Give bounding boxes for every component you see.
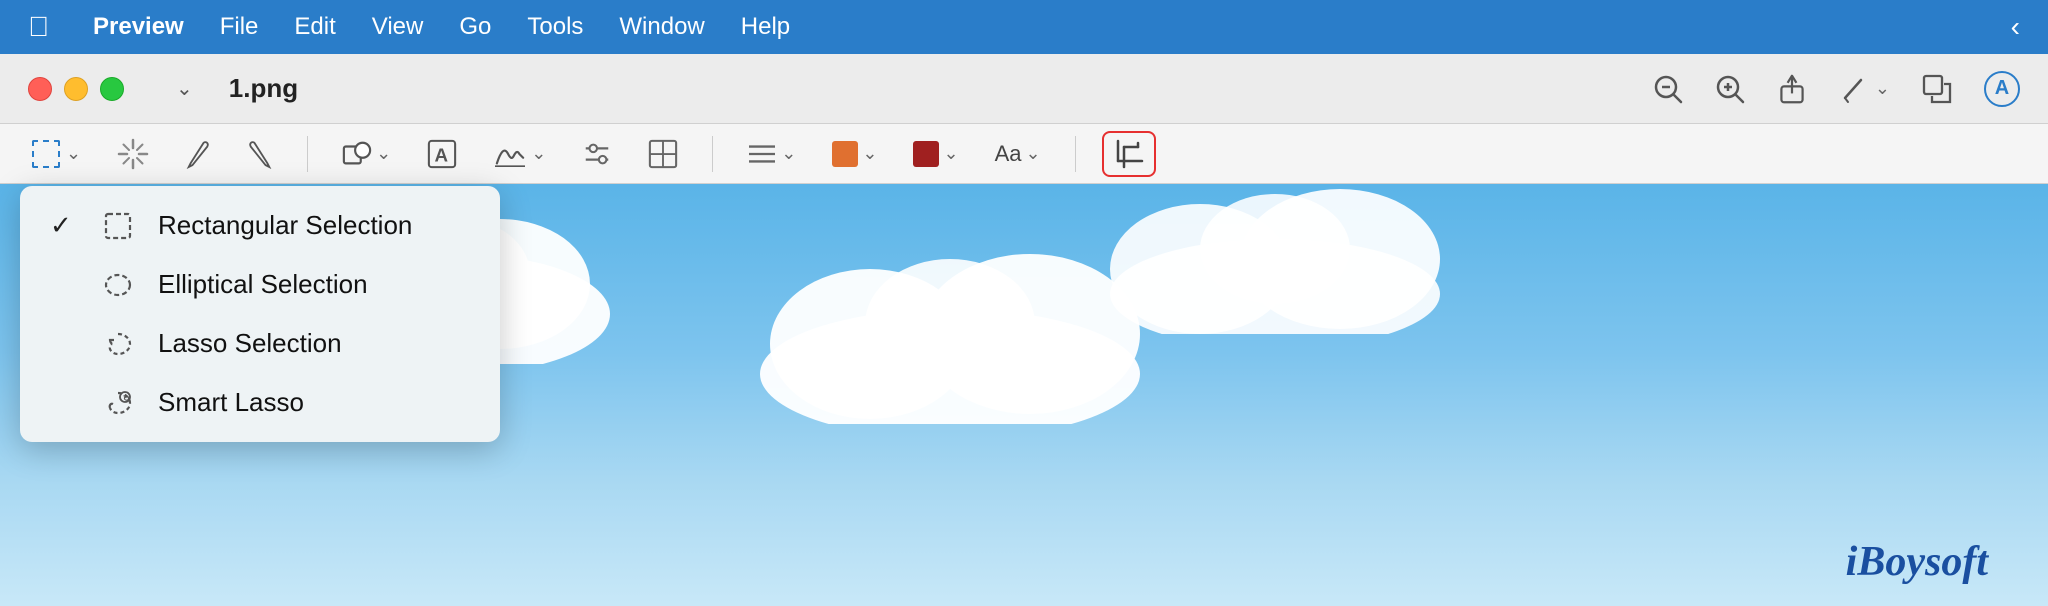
traffic-lights bbox=[28, 77, 124, 101]
elliptical-selection-label: Elliptical Selection bbox=[158, 269, 368, 300]
text-button[interactable]: A bbox=[419, 133, 465, 175]
watermark: iBoysoft bbox=[1846, 538, 1988, 586]
svg-text:↻: ↻ bbox=[123, 394, 130, 403]
svg-text:A: A bbox=[435, 144, 449, 165]
toolbar-divider-2 bbox=[712, 136, 713, 172]
rectangular-selection-option[interactable]: ✓ Rectangular Selection bbox=[26, 196, 494, 255]
menu-preview[interactable]: Preview bbox=[93, 13, 184, 41]
smart-lasso-label: Smart Lasso bbox=[158, 387, 304, 418]
cloud-3 bbox=[1100, 184, 1450, 334]
rectangular-selection-icon bbox=[32, 140, 60, 168]
cloud-2 bbox=[750, 244, 1150, 424]
lasso-selection-option[interactable]: ✓ Lasso Selection bbox=[26, 314, 494, 373]
border-color-dropdown-arrow: ⌄ bbox=[862, 143, 877, 164]
checkmark-icon: ✓ bbox=[50, 210, 78, 241]
resize-icon bbox=[1922, 74, 1952, 104]
file-title: 1.png bbox=[229, 73, 298, 104]
maximize-button[interactable] bbox=[100, 77, 124, 101]
menu-go[interactable]: Go bbox=[459, 13, 491, 41]
shapes-button[interactable]: ⌄ bbox=[334, 133, 399, 175]
menu-bar:  Preview File Edit View Go Tools Window… bbox=[0, 0, 2048, 54]
sketch-pen-right-button[interactable] bbox=[239, 133, 281, 175]
crop-icon bbox=[1114, 139, 1144, 169]
signature-dropdown-arrow: ⌄ bbox=[531, 143, 546, 164]
smart-lasso-option[interactable]: ✓ ↻ Smart Lasso bbox=[26, 373, 494, 432]
sidebar-toggle-button[interactable]: ⌄ bbox=[164, 70, 201, 107]
pen-right-icon bbox=[247, 139, 273, 169]
elliptical-selection-option[interactable]: ✓ Elliptical Selection bbox=[26, 255, 494, 314]
pencil-dropdown-arrow: ⌄ bbox=[1875, 78, 1890, 99]
zoom-out-icon bbox=[1653, 74, 1683, 104]
menu-view[interactable]: View bbox=[372, 13, 424, 41]
menu-help[interactable]: Help bbox=[741, 13, 790, 41]
sparkle-icon bbox=[117, 138, 149, 170]
menu-bar-collapse-icon[interactable]: ‹ bbox=[2011, 11, 2020, 43]
share-icon bbox=[1777, 74, 1807, 104]
selection-dropdown-menu: ✓ Rectangular Selection ✓ Elliptical Sel… bbox=[20, 186, 500, 442]
resize-button[interactable] bbox=[1922, 74, 1952, 104]
close-button[interactable] bbox=[28, 77, 52, 101]
rectangular-selection-icon bbox=[100, 212, 136, 240]
menu-tools[interactable]: Tools bbox=[527, 13, 583, 41]
apple-logo-icon[interactable]:  bbox=[28, 11, 49, 43]
sketch-pen-left-button[interactable] bbox=[177, 133, 219, 175]
pencil-icon bbox=[1839, 74, 1869, 104]
menu-file[interactable]: File bbox=[220, 13, 259, 41]
zoom-in-button[interactable] bbox=[1715, 74, 1745, 104]
annotation-button[interactable]: A bbox=[1984, 71, 2020, 107]
font-dropdown-arrow: ⌄ bbox=[1025, 143, 1040, 164]
fill-color-button[interactable]: ⌄ bbox=[905, 135, 966, 173]
fill-color-dropdown-arrow: ⌄ bbox=[943, 143, 958, 164]
align-button[interactable]: ⌄ bbox=[739, 135, 804, 173]
selection-dropdown-arrow: ⌄ bbox=[66, 143, 81, 164]
border-color-button[interactable]: ⌄ bbox=[824, 135, 885, 173]
smart-lasso-icon: ↻ bbox=[100, 389, 136, 417]
layout-button[interactable] bbox=[640, 133, 686, 175]
menu-window[interactable]: Window bbox=[619, 13, 704, 41]
toolbar-divider-3 bbox=[1075, 136, 1076, 172]
title-bar: ⌄ 1.png bbox=[0, 54, 2048, 124]
font-button[interactable]: Aa ⌄ bbox=[987, 135, 1049, 173]
signature-icon bbox=[493, 139, 527, 169]
zoom-in-icon bbox=[1715, 74, 1745, 104]
shapes-dropdown-arrow: ⌄ bbox=[376, 143, 391, 164]
fill-color-swatch bbox=[913, 141, 939, 167]
layout-icon bbox=[648, 139, 678, 169]
watermark-text: iBoysoft bbox=[1846, 539, 1988, 585]
lasso-selection-icon bbox=[100, 330, 136, 358]
text-icon: A bbox=[427, 139, 457, 169]
toolbar: ⌄ ⌄ bbox=[0, 124, 2048, 184]
instant-alpha-button[interactable] bbox=[109, 132, 157, 176]
pen-left-icon bbox=[185, 139, 211, 169]
signature-button[interactable]: ⌄ bbox=[485, 133, 554, 175]
align-dropdown-arrow: ⌄ bbox=[781, 143, 796, 164]
zoom-out-button[interactable] bbox=[1653, 74, 1683, 104]
lasso-selection-label: Lasso Selection bbox=[158, 328, 342, 359]
markup-pencil-button[interactable]: ⌄ bbox=[1839, 74, 1890, 104]
adjust-button[interactable] bbox=[574, 133, 620, 175]
crop-button[interactable] bbox=[1102, 131, 1156, 177]
annotation-icon: A bbox=[1995, 77, 2009, 100]
shapes-icon bbox=[342, 139, 372, 169]
toolbar-divider-1 bbox=[307, 136, 308, 172]
adjust-icon bbox=[582, 139, 612, 169]
border-color-swatch bbox=[832, 141, 858, 167]
elliptical-selection-icon bbox=[100, 271, 136, 299]
font-aa-label: Aa bbox=[995, 141, 1022, 167]
menu-edit[interactable]: Edit bbox=[294, 13, 335, 41]
share-button[interactable] bbox=[1777, 74, 1807, 104]
chevron-down-icon: ⌄ bbox=[176, 76, 193, 101]
minimize-button[interactable] bbox=[64, 77, 88, 101]
title-bar-icons: ⌄ A bbox=[1653, 71, 2020, 107]
selection-tool-button[interactable]: ⌄ bbox=[24, 134, 89, 174]
rectangular-selection-label: Rectangular Selection bbox=[158, 210, 412, 241]
align-icon bbox=[747, 141, 777, 167]
